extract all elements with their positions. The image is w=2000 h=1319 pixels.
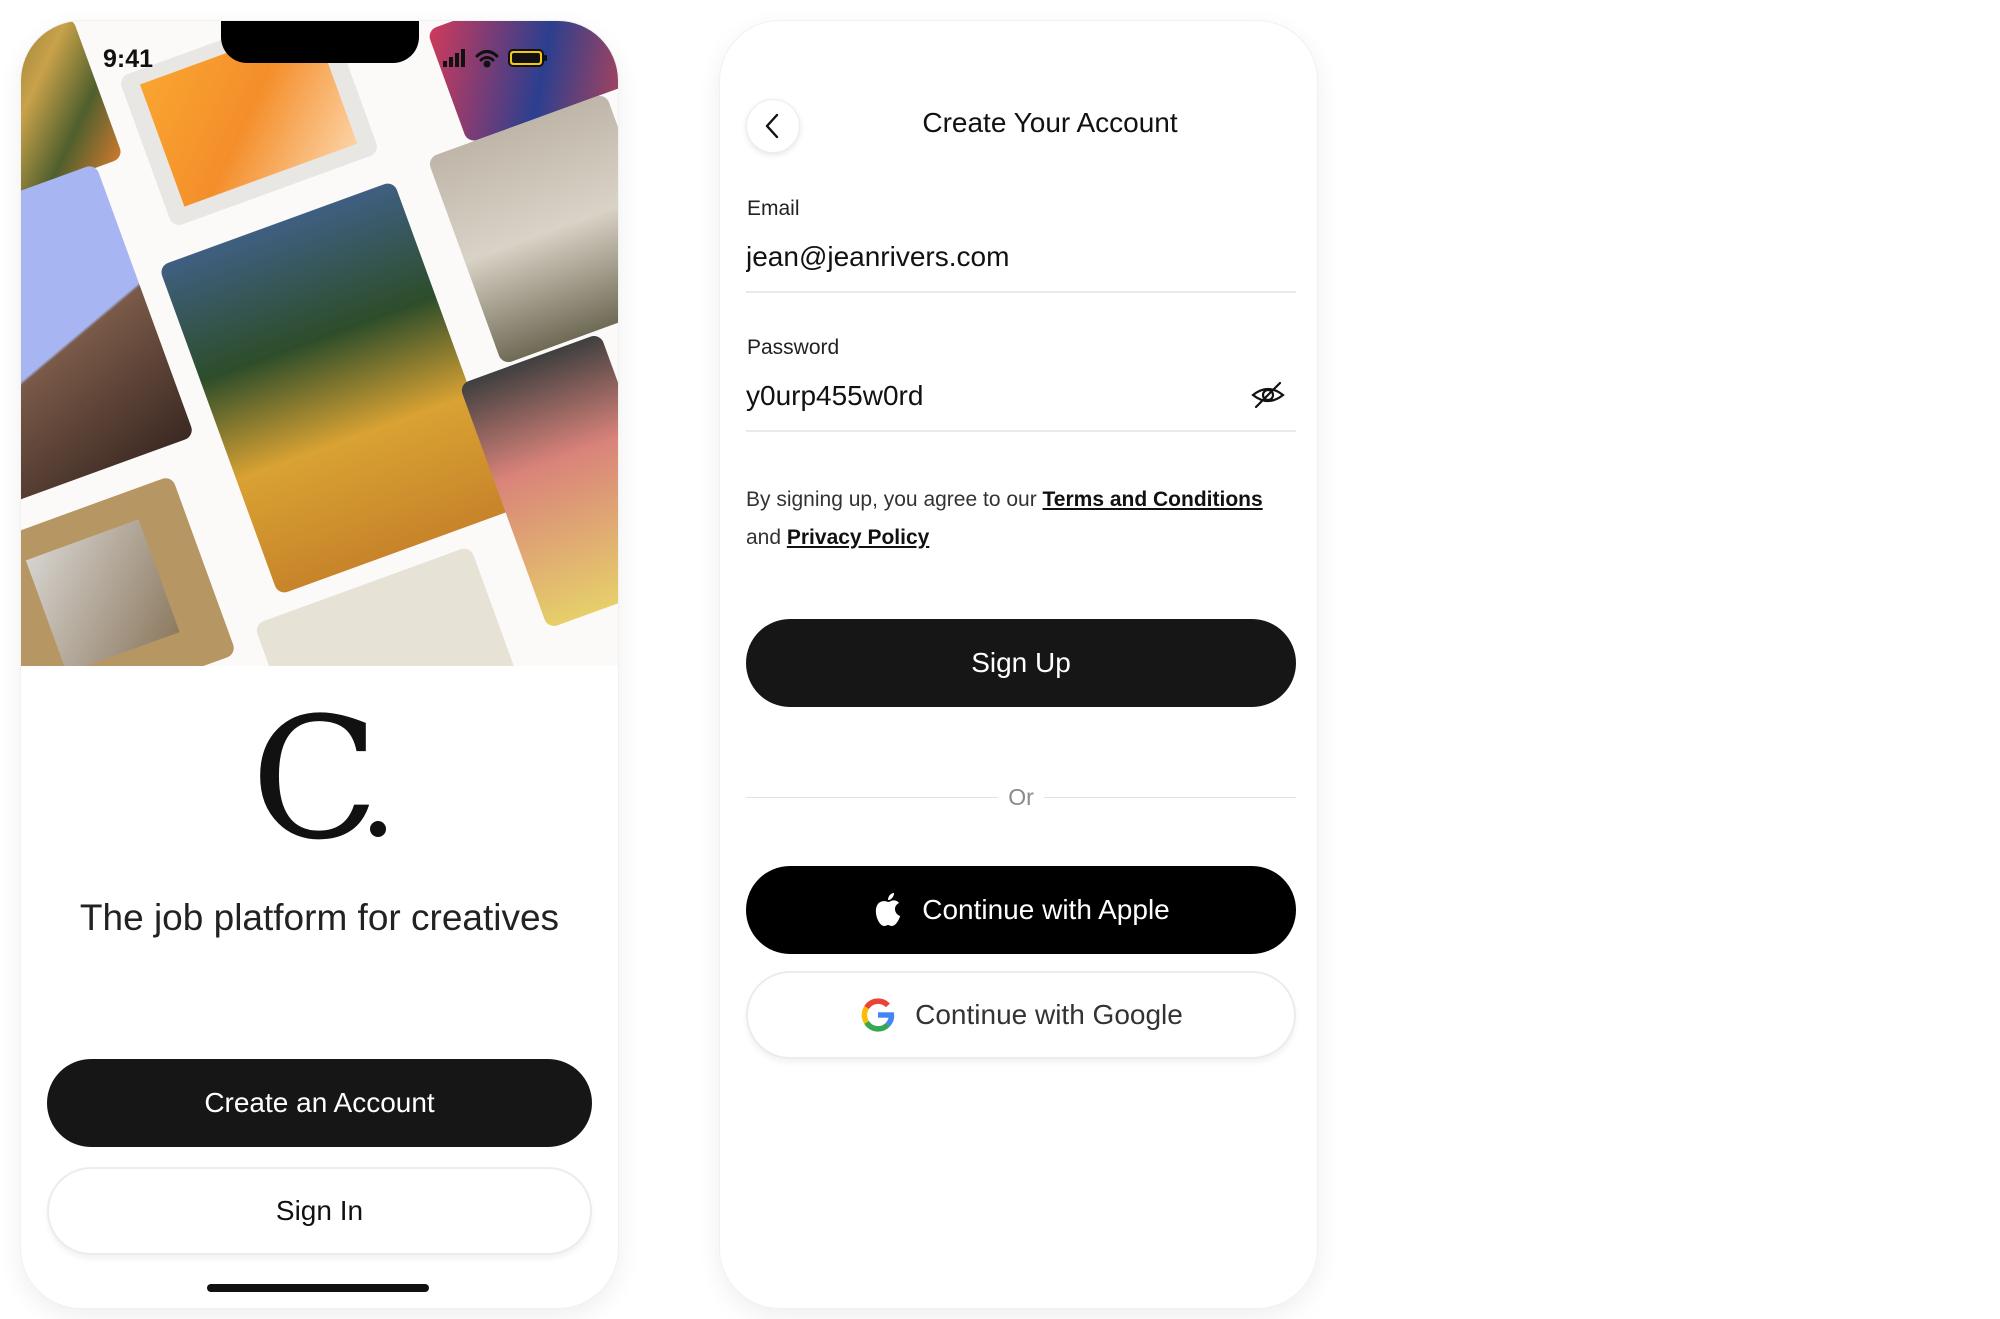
chevron-left-icon <box>765 113 779 139</box>
photo-collage: 9:41 <box>21 21 618 666</box>
battery-icon <box>508 49 547 67</box>
signup-screen: Create Your Account Email Password By si… <box>720 21 1317 1308</box>
wifi-icon <box>475 50 499 68</box>
apple-label: Continue with Apple <box>922 894 1170 925</box>
password-underline <box>746 430 1296 432</box>
page-title: Create Your Account <box>922 107 1178 138</box>
logo-letter: C <box>251 699 380 849</box>
google-label: Continue with Google <box>915 999 1183 1030</box>
collage-photo-architecture <box>427 93 618 365</box>
signal-icon <box>443 49 465 67</box>
or-label: Or <box>1008 783 1034 810</box>
create-account-button[interactable]: Create an Account <box>47 1059 592 1147</box>
privacy-policy-link[interactable]: Privacy Policy <box>787 526 929 549</box>
back-button[interactable] <box>746 99 800 153</box>
eye-off-icon <box>1251 381 1285 409</box>
sign-in-button[interactable]: Sign In <box>47 1167 592 1255</box>
terms-middle: and <box>746 526 787 549</box>
continue-with-apple-button[interactable]: Continue with Apple <box>746 866 1296 954</box>
terms-text: By signing up, you agree to our Terms an… <box>746 481 1296 557</box>
continue-with-google-button[interactable]: Continue with Google <box>746 971 1296 1059</box>
password-visibility-toggle[interactable] <box>1250 377 1290 413</box>
sign-up-button[interactable]: Sign Up <box>746 619 1296 707</box>
password-label: Password <box>747 336 840 359</box>
google-logo-icon <box>859 996 897 1034</box>
device-notch <box>221 21 419 63</box>
brand-logo: C <box>21 681 618 877</box>
email-field[interactable] <box>746 237 1286 277</box>
email-underline <box>746 291 1296 293</box>
collage-photo-interior <box>21 475 237 666</box>
status-bar-time: 9:41 <box>103 45 154 73</box>
home-indicator <box>207 1284 429 1292</box>
status-bar-icons <box>443 47 593 74</box>
or-divider-right <box>1043 796 1296 798</box>
email-label: Email <box>747 197 800 220</box>
terms-link[interactable]: Terms and Conditions <box>1043 488 1263 511</box>
or-separator: Or <box>746 783 1296 811</box>
or-divider-left <box>746 796 999 798</box>
logo-dot <box>370 821 386 837</box>
tagline: The job platform for creatives <box>79 897 560 938</box>
apple-logo-icon <box>872 891 904 929</box>
welcome-screen: 9:41 C The job platform for creatives Cr… <box>21 21 618 1308</box>
password-field[interactable] <box>746 376 1226 416</box>
terms-prefix: By signing up, you agree to our <box>746 488 1043 511</box>
